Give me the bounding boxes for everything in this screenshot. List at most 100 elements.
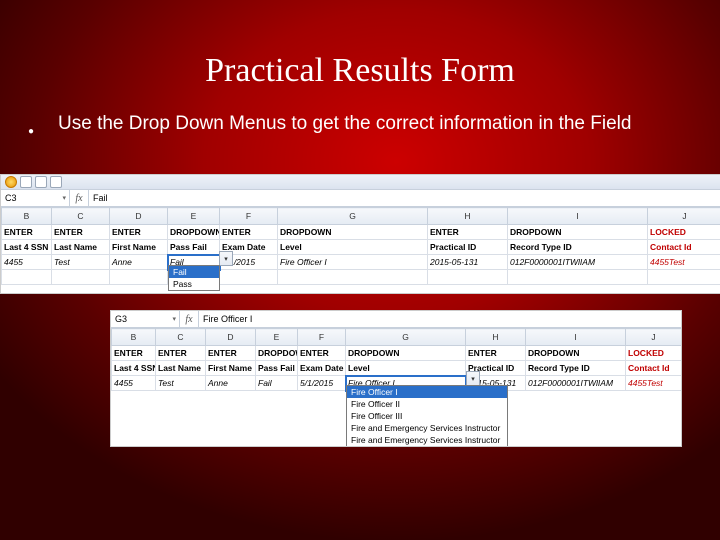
cell[interactable] [278, 270, 428, 285]
save-icon[interactable] [20, 176, 32, 188]
cell[interactable]: ENTER [220, 225, 278, 240]
col-letter[interactable]: G [278, 208, 428, 225]
cell[interactable]: DROPDOWN [278, 225, 428, 240]
cell[interactable]: Pass Fail [168, 240, 220, 255]
col-letter[interactable]: I [526, 329, 626, 346]
col-letter[interactable]: F [220, 208, 278, 225]
cell[interactable]: Last Name [52, 240, 110, 255]
dropdown-list[interactable]: Fail Pass [168, 265, 220, 291]
fx-icon[interactable]: fx [70, 190, 89, 206]
cell[interactable]: Anne [110, 255, 168, 270]
table-row: ENTER ENTER ENTER DROPDOWN ENTER DROPDOW… [2, 225, 720, 240]
col-letter[interactable]: D [110, 208, 168, 225]
col-letter[interactable]: E [168, 208, 220, 225]
cell[interactable]: DROPDOWN [526, 346, 626, 361]
formula-input[interactable]: Fail [89, 190, 720, 206]
cell[interactable]: ENTER [110, 225, 168, 240]
col-letter[interactable]: D [206, 329, 256, 346]
undo-icon[interactable] [35, 176, 47, 188]
col-letter[interactable]: J [648, 208, 720, 225]
cell[interactable]: Practical ID [428, 240, 508, 255]
cell[interactable]: ENTER [466, 346, 526, 361]
col-letter[interactable]: H [428, 208, 508, 225]
cell[interactable]: Contact Id [648, 240, 720, 255]
cell[interactable] [110, 270, 168, 285]
slide-title: Practical Results Form [0, 52, 720, 90]
col-letter[interactable]: B [2, 208, 52, 225]
cell[interactable]: DROPDOWN [508, 225, 648, 240]
cell[interactable]: LOCKED [648, 225, 720, 240]
dropdown-item[interactable]: Fire and Emergency Services Instructor [347, 434, 507, 446]
cell[interactable]: ENTER [298, 346, 346, 361]
cell[interactable] [220, 270, 278, 285]
cell[interactable]: Contact Id [626, 361, 682, 376]
dropdown-list[interactable]: Fire Officer I Fire Officer II Fire Offi… [346, 385, 508, 447]
col-letter[interactable]: J [626, 329, 682, 346]
dropdown-item[interactable]: Fire Officer I [347, 386, 507, 398]
cell[interactable] [508, 270, 648, 285]
dropdown-item[interactable]: Fire and Emergency Services Instructor [347, 422, 507, 434]
cell[interactable]: DROPDOWN [256, 346, 298, 361]
col-letter[interactable]: F [298, 329, 346, 346]
name-box[interactable]: G3 ▾ [111, 311, 180, 327]
cell[interactable]: Anne [206, 376, 256, 391]
cell[interactable]: LOCKED [626, 346, 682, 361]
column-header-row: B C D E F G H I J [2, 208, 720, 225]
dropdown-button[interactable]: ▾ [466, 371, 480, 386]
col-letter[interactable]: H [466, 329, 526, 346]
cell[interactable]: 4455Test [626, 376, 682, 391]
cell[interactable]: Pass Fail [256, 361, 298, 376]
dropdown-item[interactable]: Fire Officer II [347, 398, 507, 410]
cell[interactable]: 4455 [112, 376, 156, 391]
cell[interactable]: ENTER [206, 346, 256, 361]
cell[interactable]: ENTER [112, 346, 156, 361]
col-letter[interactable]: E [256, 329, 298, 346]
col-letter[interactable]: C [52, 208, 110, 225]
cell[interactable]: 5/1/2015 [298, 376, 346, 391]
cell[interactable]: First Name [110, 240, 168, 255]
cell[interactable]: First Name [206, 361, 256, 376]
name-box[interactable]: C3 ▾ [1, 190, 70, 206]
cell[interactable]: DROPDOWN [168, 225, 220, 240]
cell[interactable] [428, 270, 508, 285]
dropdown-button[interactable]: ▾ [219, 251, 233, 266]
cell[interactable]: Test [156, 376, 206, 391]
cell[interactable]: Last Name [156, 361, 206, 376]
cell[interactable] [648, 270, 720, 285]
cell[interactable]: Record Type ID [508, 240, 648, 255]
cell[interactable]: ENTER [52, 225, 110, 240]
col-letter[interactable]: G [346, 329, 466, 346]
cell[interactable]: ENTER [2, 225, 52, 240]
col-letter[interactable]: I [508, 208, 648, 225]
cell[interactable]: ENTER [428, 225, 508, 240]
cell[interactable]: DROPDOWN [346, 346, 466, 361]
cell[interactable]: Level [278, 240, 428, 255]
dropdown-item[interactable]: Fail [169, 266, 219, 278]
cell[interactable]: Test [52, 255, 110, 270]
cell[interactable]: ENTER [156, 346, 206, 361]
col-letter[interactable]: B [112, 329, 156, 346]
cell[interactable]: Last 4 SSN [112, 361, 156, 376]
cell[interactable]: Fire Officer I [278, 255, 428, 270]
dropdown-item[interactable]: Fire and Emergency Services Instructor [347, 446, 507, 447]
cell[interactable]: Level [346, 361, 466, 376]
cell[interactable]: 2015-05-131 [428, 255, 508, 270]
cell[interactable]: Record Type ID [526, 361, 626, 376]
cell[interactable]: 012F0000001ITWlIAM [526, 376, 626, 391]
cell[interactable] [2, 270, 52, 285]
cell[interactable]: Last 4 SSN [2, 240, 52, 255]
col-letter[interactable]: C [156, 329, 206, 346]
excel-screenshot-1: C3 ▾ fx Fail B C D E F G H I [0, 174, 720, 294]
cell[interactable] [52, 270, 110, 285]
dropdown-item[interactable]: Pass [169, 278, 219, 290]
redo-icon[interactable] [50, 176, 62, 188]
cell[interactable]: 4455Test [648, 255, 720, 270]
dropdown-item[interactable]: Fire Officer III [347, 410, 507, 422]
cell[interactable]: Exam Date [298, 361, 346, 376]
cell[interactable]: 4455 [2, 255, 52, 270]
cell[interactable]: Fail [256, 376, 298, 391]
fx-icon[interactable]: fx [180, 311, 199, 327]
office-button-icon[interactable] [5, 176, 17, 188]
formula-input[interactable]: Fire Officer I [199, 311, 681, 327]
cell[interactable]: 012F0000001ITWlIAM [508, 255, 648, 270]
